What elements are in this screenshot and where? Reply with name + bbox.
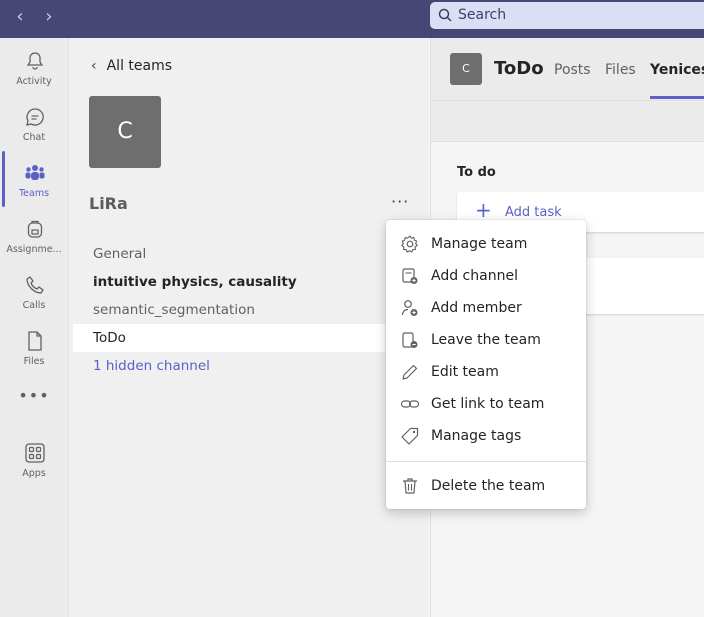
tag-icon	[401, 427, 419, 445]
hidden-channels-link[interactable]: 1 hidden channel	[73, 352, 385, 380]
rail-label: Apps	[22, 468, 46, 479]
menu-item-delete-team[interactable]: Delete the team	[386, 470, 586, 502]
menu-item-get-link[interactable]: Get link to team	[386, 388, 586, 420]
search-icon	[438, 8, 452, 22]
more-icon: •••	[18, 386, 50, 405]
bucket-title: To do	[457, 165, 496, 180]
channel-avatar: C	[450, 53, 482, 85]
menu-item-edit-team[interactable]: Edit team	[386, 356, 586, 388]
teams-icon	[25, 165, 45, 180]
planner-toolbar	[431, 101, 704, 142]
rail-label: Chat	[22, 132, 46, 143]
team-name: LiRa	[89, 194, 128, 213]
rail-item-teams[interactable]: Teams	[0, 158, 68, 214]
menu-item-label: Delete the team	[431, 478, 546, 494]
link-icon	[400, 400, 420, 408]
rail-item-assignments[interactable]: Assignme...	[0, 214, 68, 270]
chat-icon	[26, 108, 44, 126]
team-avatar: C	[89, 96, 161, 168]
menu-item-label: Leave the team	[431, 332, 541, 348]
team-more-options-button[interactable]: ···	[391, 192, 409, 211]
rail-label: Calls	[22, 300, 46, 311]
rail-label: Files	[23, 356, 45, 367]
menu-item-label: Add channel	[431, 268, 518, 284]
add-channel-icon	[402, 268, 418, 284]
channel-todo[interactable]: ToDo	[73, 324, 385, 352]
pencil-icon	[402, 364, 418, 380]
rail-label: Assignme...	[6, 244, 62, 255]
menu-item-add-channel[interactable]: Add channel	[386, 260, 586, 292]
back-label: All teams	[106, 58, 173, 74]
rail-label: Activity	[16, 76, 52, 87]
chevron-right-icon[interactable]: ›	[38, 6, 60, 28]
bell-icon	[26, 52, 44, 70]
backpack-icon	[27, 220, 43, 238]
menu-item-label: Manage team	[431, 236, 528, 252]
trash-icon	[403, 478, 417, 494]
leave-icon	[402, 332, 418, 348]
rail-item-chat[interactable]: Chat	[0, 102, 68, 158]
add-member-icon	[401, 300, 418, 316]
menu-item-add-member[interactable]: Add member	[386, 292, 586, 324]
app-rail: Activity Chat Teams Assignme... Calls Fi…	[0, 38, 69, 617]
menu-item-label: Edit team	[431, 364, 499, 380]
menu-item-label: Get link to team	[431, 396, 545, 412]
plus-icon: +	[475, 198, 492, 222]
chevron-left-icon[interactable]: ‹	[9, 6, 31, 28]
tab-posts[interactable]: Posts	[554, 62, 591, 78]
search-placeholder: Search	[458, 7, 507, 23]
tab-files[interactable]: Files	[605, 62, 636, 78]
add-task-label: Add task	[505, 205, 562, 220]
team-panel: ‹ All teams C LiRa ··· General intuitive …	[69, 38, 429, 617]
channel-header: C ToDo Posts Files Yenicesu	[431, 38, 704, 101]
channel-title: ToDo	[494, 58, 544, 79]
channel-general[interactable]: General	[73, 240, 385, 268]
rail-item-calls[interactable]: Calls	[0, 270, 68, 326]
all-teams-back-link[interactable]: ‹ All teams	[91, 58, 172, 74]
menu-divider	[386, 461, 586, 462]
tab-yenicesu[interactable]: Yenicesu	[650, 62, 704, 78]
rail-item-apps[interactable]: Apps	[0, 438, 68, 494]
title-bar: ‹ › Search	[0, 0, 704, 38]
channel-semantic-segmentation[interactable]: semantic_segmentation	[73, 296, 385, 324]
team-context-menu: Manage team Add channel Add member Leave…	[386, 220, 586, 509]
phone-icon	[26, 276, 44, 294]
rail-label: Teams	[18, 188, 50, 199]
menu-item-leave-team[interactable]: Leave the team	[386, 324, 586, 356]
rail-item-activity[interactable]: Activity	[0, 46, 68, 102]
channel-intuitive-physics[interactable]: intuitive physics, causality	[73, 268, 385, 296]
gear-icon	[401, 235, 418, 253]
apps-icon	[25, 443, 45, 463]
search-input[interactable]: Search	[430, 2, 704, 29]
file-icon	[28, 331, 42, 351]
chevron-left-icon: ‹	[91, 58, 97, 74]
active-tab-underline	[650, 96, 704, 99]
rail-item-files[interactable]: Files	[0, 326, 68, 382]
menu-item-manage-team[interactable]: Manage team	[386, 228, 586, 260]
menu-item-label: Add member	[431, 300, 522, 316]
rail-item-more[interactable]: •••	[0, 386, 68, 416]
menu-item-label: Manage tags	[431, 428, 522, 444]
menu-item-manage-tags[interactable]: Manage tags	[386, 420, 586, 452]
